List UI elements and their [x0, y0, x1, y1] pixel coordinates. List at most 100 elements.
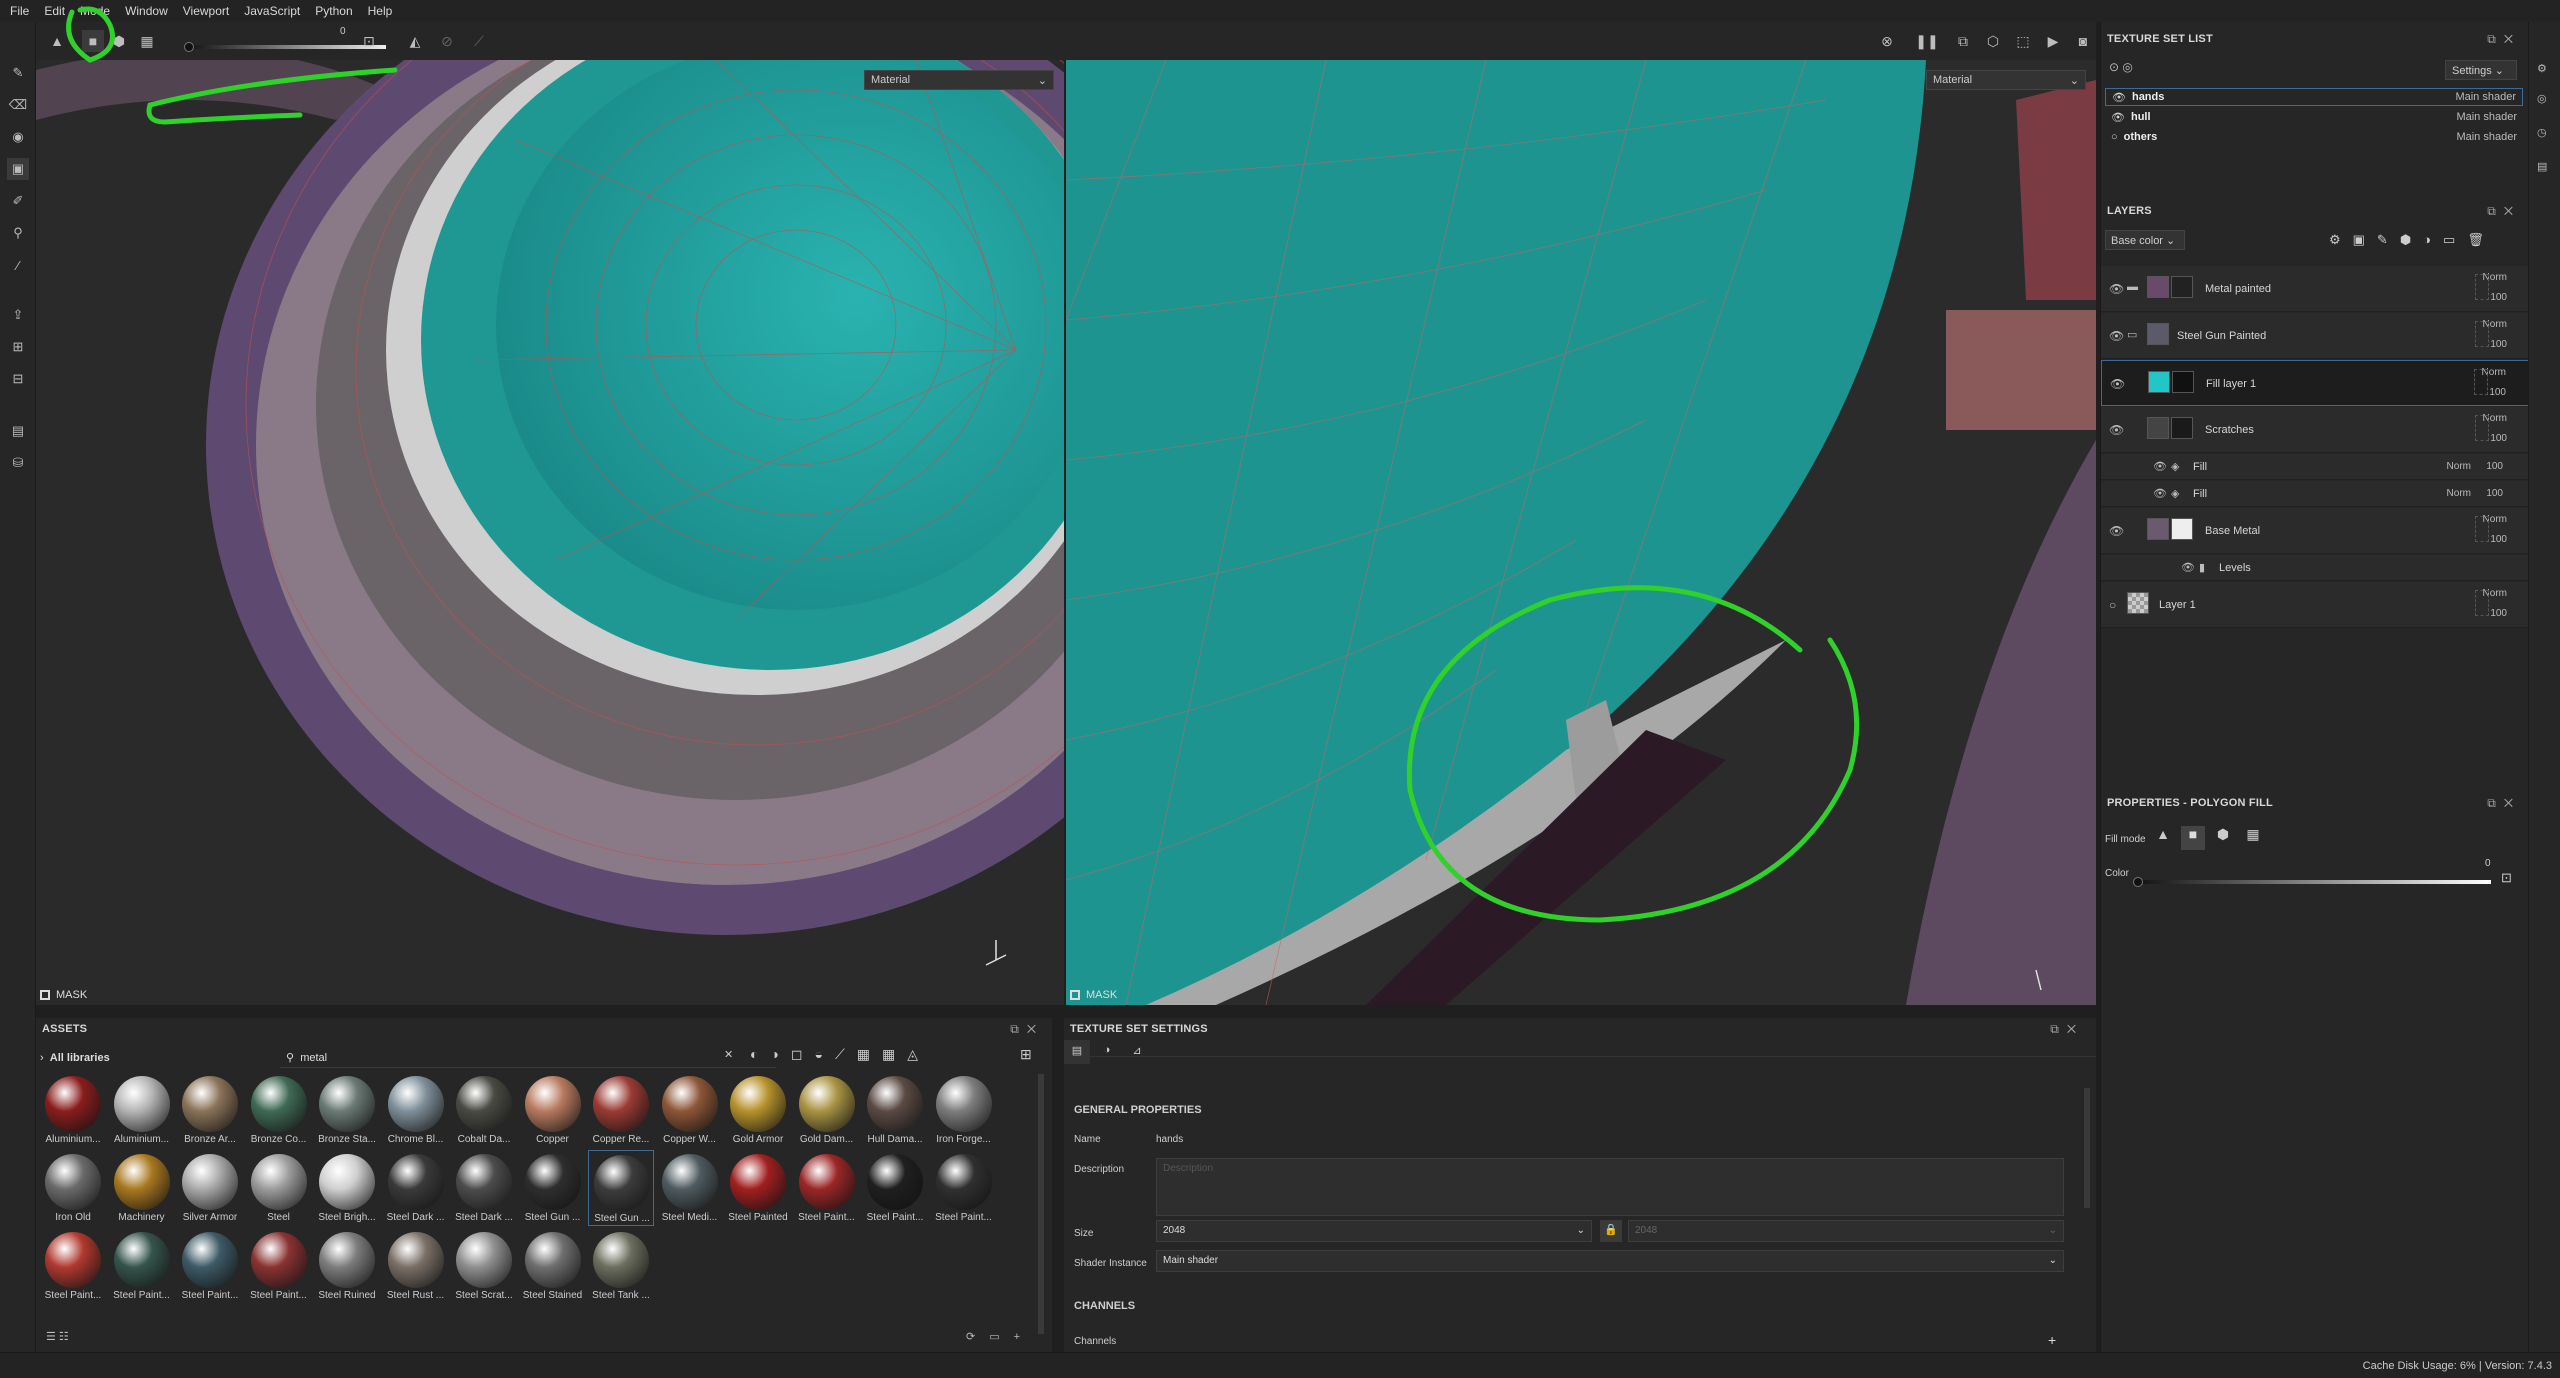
- asset-filter-icons[interactable]: ◐◑◻◒⟋▦▦◬: [750, 1046, 930, 1063]
- effect-levels[interactable]: 👁 ▮ Levels: [2101, 555, 2529, 581]
- color-picker-icon[interactable]: ⊡: [2501, 870, 2512, 886]
- asset-item[interactable]: Machinery: [109, 1150, 175, 1226]
- layer-metal-painted[interactable]: 👁 ▬ Metal painted Norm 100: [2101, 266, 2529, 312]
- asset-item[interactable]: Aluminium...: [109, 1072, 175, 1148]
- asset-item[interactable]: Bronze Co...: [246, 1072, 312, 1148]
- asset-thumbnail: [456, 1076, 512, 1132]
- settings-dropdown[interactable]: Settings ⌄: [2445, 60, 2517, 80]
- eye-hidden-icon[interactable]: ○: [2109, 598, 2116, 612]
- asset-item[interactable]: Steel Gun ...: [520, 1150, 586, 1226]
- asset-actions-icons[interactable]: ⟳▭+: [966, 1330, 1034, 1343]
- log-icon[interactable]: ▤: [2537, 160, 2547, 173]
- tss-scrollbar[interactable]: [2084, 1088, 2090, 1208]
- color-slider[interactable]: [2135, 880, 2491, 884]
- asset-item[interactable]: Steel: [246, 1150, 312, 1226]
- color-value: 0: [2485, 858, 2491, 869]
- triangle-fill-icon[interactable]: ▲: [2151, 826, 2175, 850]
- asset-item[interactable]: Steel Rust ...: [383, 1228, 449, 1304]
- mesh-fill-icon[interactable]: ⬢: [2211, 826, 2235, 850]
- eye-icon[interactable]: 👁: [2110, 377, 2125, 391]
- layer-steel-gun-painted[interactable]: 👁 ▭ Steel Gun Painted Norm 100: [2101, 313, 2529, 359]
- asset-item[interactable]: Steel Ruined: [314, 1228, 380, 1304]
- asset-item[interactable]: Gold Armor: [725, 1072, 791, 1148]
- tss-tab-uv-icon[interactable]: ⊿: [1124, 1040, 1150, 1064]
- add-channel-icon[interactable]: +: [2048, 1332, 2056, 1348]
- texture-set-others[interactable]: ○ others Main shader: [2105, 128, 2523, 146]
- asset-item[interactable]: Copper: [520, 1072, 586, 1148]
- layer-base-metal[interactable]: 👁 Base Metal Norm 100: [2101, 508, 2529, 554]
- asset-thumbnail: [250, 1076, 307, 1132]
- lock-icon[interactable]: 🔒: [1600, 1220, 1622, 1242]
- layer-layer-1[interactable]: ○ Layer 1 Norm 100: [2101, 582, 2529, 628]
- asset-item[interactable]: Steel Paint...: [931, 1150, 997, 1226]
- asset-item[interactable]: Bronze Ar...: [177, 1072, 243, 1148]
- asset-item[interactable]: Gold Dam...: [794, 1072, 860, 1148]
- sort-icon[interactable]: ☰ ☷: [46, 1330, 69, 1343]
- asset-thumbnail: [730, 1076, 786, 1132]
- clear-search-icon[interactable]: ✕: [724, 1048, 733, 1061]
- asset-item[interactable]: Steel Paint...: [246, 1228, 312, 1304]
- fill-bucket-icon: ◈: [2171, 488, 2180, 500]
- asset-item[interactable]: Bronze Sta...: [314, 1072, 380, 1148]
- asset-thumbnail: [456, 1232, 512, 1288]
- eye-icon[interactable]: 👁: [2111, 111, 2125, 124]
- tss-tab-settings-icon[interactable]: ▤: [1064, 1040, 1090, 1064]
- texture-set-hands[interactable]: 👁 hands Main shader: [2105, 88, 2523, 106]
- assets-scrollbar[interactable]: [1038, 1074, 1044, 1334]
- grid-view-icon[interactable]: ⊞: [1020, 1046, 1032, 1063]
- eye-icon[interactable]: 👁: [2109, 329, 2124, 343]
- polygon-fill-icon[interactable]: ■: [2181, 826, 2205, 850]
- channel-dropdown[interactable]: Base color ⌄: [2105, 230, 2185, 250]
- asset-item[interactable]: Iron Old: [40, 1150, 106, 1226]
- asset-item[interactable]: Steel Brigh...: [314, 1150, 380, 1226]
- asset-item[interactable]: Cobalt Da...: [451, 1072, 517, 1148]
- asset-item[interactable]: Iron Forge...: [931, 1072, 997, 1148]
- asset-item[interactable]: Steel Paint...: [177, 1228, 243, 1304]
- layer-fill-layer-1[interactable]: 👁 Fill layer 1 Norm 100: [2101, 360, 2529, 406]
- tsl-view-icon[interactable]: ⊙ ◎: [2109, 60, 2133, 74]
- layer-scratches[interactable]: 👁 Scratches Norm 100: [2101, 407, 2529, 453]
- tss-tab-shader-icon[interactable]: ◑: [1094, 1040, 1120, 1064]
- asset-item[interactable]: Steel Painted: [725, 1150, 791, 1226]
- asset-label: Steel Tank ...: [592, 1290, 650, 1301]
- effect-fill-2[interactable]: 👁 ◈ Fill Norm 100: [2101, 481, 2529, 507]
- eye-icon[interactable]: 👁: [2153, 487, 2167, 500]
- color-slider-handle[interactable]: [2133, 877, 2143, 887]
- eye-icon[interactable]: 👁: [2109, 282, 2124, 296]
- asset-item[interactable]: Steel Tank ...: [588, 1228, 654, 1304]
- asset-item[interactable]: Copper Re...: [588, 1072, 654, 1148]
- asset-item[interactable]: Hull Dama...: [862, 1072, 928, 1148]
- asset-item[interactable]: Steel Paint...: [794, 1150, 860, 1226]
- eye-icon[interactable]: 👁: [2109, 524, 2124, 538]
- asset-item[interactable]: Chrome Bl...: [383, 1072, 449, 1148]
- eye-icon[interactable]: 👁: [2109, 423, 2124, 437]
- asset-item[interactable]: Copper W...: [657, 1072, 723, 1148]
- uv-fill-icon[interactable]: ▦: [2241, 826, 2265, 850]
- search-input[interactable]: ⚲ metal: [280, 1048, 776, 1068]
- asset-item[interactable]: Steel Dark ...: [451, 1150, 517, 1226]
- asset-item[interactable]: Steel Stained: [520, 1228, 586, 1304]
- history-icon[interactable]: ◷: [2537, 126, 2547, 139]
- library-selector[interactable]: › All libraries: [40, 1052, 110, 1064]
- asset-item[interactable]: Steel Medi...: [657, 1150, 723, 1226]
- shader-instance-dropdown[interactable]: Main shader ⌄: [1156, 1250, 2064, 1272]
- layer-tools-icons[interactable]: ⚙▣✎⬢◑▭🗑: [2329, 232, 2496, 248]
- asset-item[interactable]: Silver Armor: [177, 1150, 243, 1226]
- asset-item[interactable]: Aluminium...: [40, 1072, 106, 1148]
- eye-icon[interactable]: ○: [2111, 131, 2118, 143]
- eye-icon[interactable]: 👁: [2181, 561, 2195, 574]
- eye-icon[interactable]: 👁: [2112, 91, 2126, 104]
- asset-item[interactable]: Steel Scrat...: [451, 1228, 517, 1304]
- effect-fill-1[interactable]: 👁 ◈ Fill Norm 100: [2101, 454, 2529, 480]
- shader-settings-icon[interactable]: ◎: [2537, 92, 2547, 105]
- description-field[interactable]: Description: [1156, 1158, 2064, 1216]
- asset-item[interactable]: Steel Paint...: [109, 1228, 175, 1304]
- asset-item[interactable]: Steel Gun ...: [588, 1150, 654, 1226]
- layers-panel-icon[interactable]: ⚙: [2537, 62, 2547, 75]
- size-dropdown[interactable]: 2048 ⌄: [1156, 1220, 1592, 1242]
- texture-set-hull[interactable]: 👁 hull Main shader: [2105, 108, 2523, 126]
- asset-item[interactable]: Steel Paint...: [862, 1150, 928, 1226]
- asset-item[interactable]: Steel Paint...: [40, 1228, 106, 1304]
- asset-item[interactable]: Steel Dark ...: [383, 1150, 449, 1226]
- eye-icon[interactable]: 👁: [2153, 460, 2167, 473]
